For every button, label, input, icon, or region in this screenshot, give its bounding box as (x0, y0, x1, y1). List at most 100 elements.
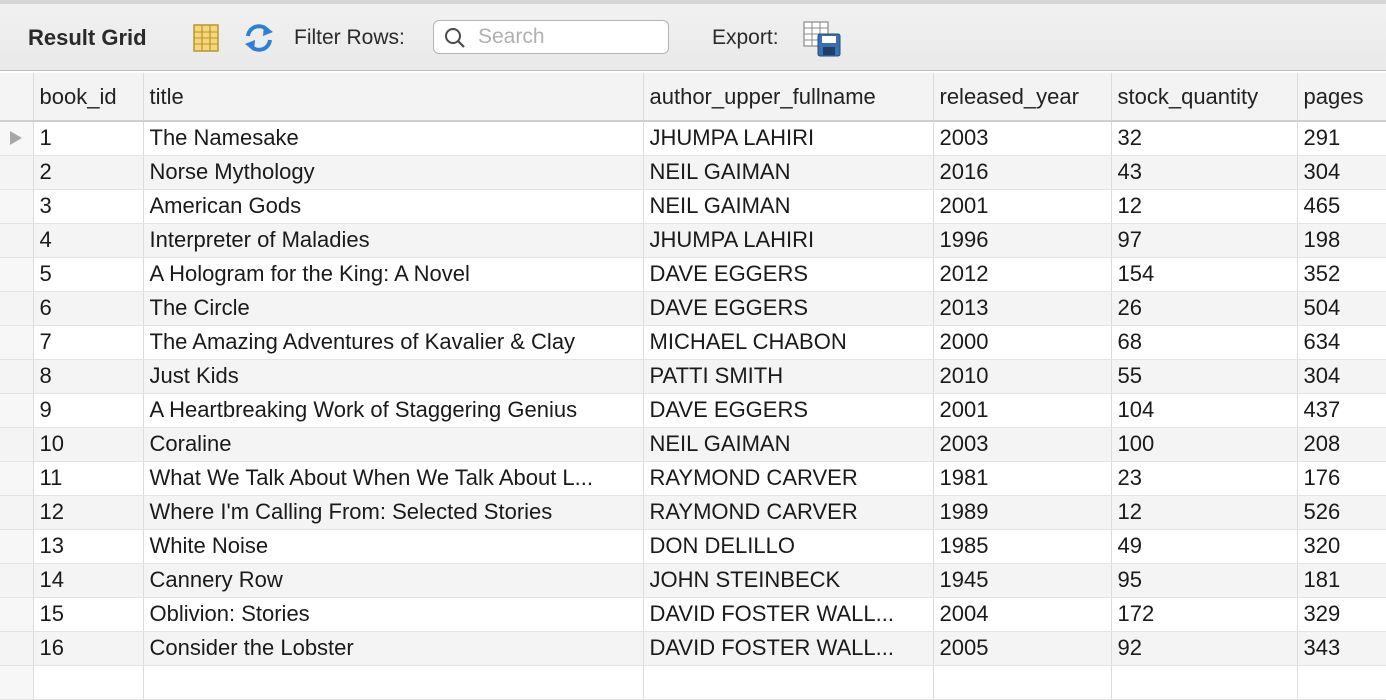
row-marker[interactable] (0, 495, 34, 530)
search-input[interactable] (478, 24, 658, 50)
cell-released-year[interactable]: 1945 (933, 563, 1112, 598)
row-marker[interactable] (0, 325, 34, 360)
cell-author-upper-fullname[interactable]: PATTI SMITH (643, 359, 934, 394)
cell-title[interactable]: Cannery Row (143, 563, 644, 598)
cell-book-id[interactable]: 12 (33, 495, 144, 530)
column-header-book-id[interactable]: book_id (33, 73, 144, 122)
cell-book-id[interactable]: 13 (33, 529, 144, 564)
cell-book-id[interactable]: 9 (33, 393, 144, 428)
cell-released-year[interactable]: 1981 (933, 461, 1112, 496)
cell-stock-quantity[interactable]: 100 (1111, 427, 1298, 462)
cell-title[interactable]: A Hologram for the King: A Novel (143, 257, 644, 292)
cell-stock-quantity[interactable]: 49 (1111, 529, 1298, 564)
cell-pages[interactable]: 198 (1297, 223, 1386, 258)
cell-pages[interactable]: 329 (1297, 597, 1386, 632)
cell-title[interactable]: The Circle (143, 291, 644, 326)
cell-stock-quantity[interactable] (1111, 665, 1298, 700)
cell-pages[interactable]: 352 (1297, 257, 1386, 292)
table-row[interactable]: 15 Oblivion: Stories DAVID FOSTER WALL... 2… (0, 597, 1386, 632)
cell-released-year[interactable]: 1985 (933, 529, 1112, 564)
cell-title[interactable]: The Namesake (143, 121, 644, 156)
cell-title[interactable]: The Amazing Adventures of Kavalier & Cla… (143, 325, 644, 360)
column-header-pages[interactable]: pages (1297, 73, 1386, 122)
table-row[interactable]: 13 White Noise DON DELILLO 1985 49 320 (0, 529, 1386, 564)
cell-author-upper-fullname[interactable]: DAVE EGGERS (643, 393, 934, 428)
cell-released-year[interactable]: 2010 (933, 359, 1112, 394)
cell-pages[interactable]: 437 (1297, 393, 1386, 428)
table-row[interactable]: 2 Norse Mythology NEIL GAIMAN 2016 43 304 (0, 155, 1386, 190)
row-marker[interactable] (0, 529, 34, 564)
cell-stock-quantity[interactable]: 12 (1111, 189, 1298, 224)
cell-author-upper-fullname[interactable]: MICHAEL CHABON (643, 325, 934, 360)
cell-author-upper-fullname[interactable]: DAVID FOSTER WALL... (643, 631, 934, 666)
row-marker[interactable] (0, 121, 34, 156)
cell-title[interactable]: Coraline (143, 427, 644, 462)
row-marker[interactable] (0, 291, 34, 326)
table-row[interactable] (0, 665, 1386, 700)
cell-author-upper-fullname[interactable]: NEIL GAIMAN (643, 427, 934, 462)
cell-stock-quantity[interactable]: 172 (1111, 597, 1298, 632)
cell-stock-quantity[interactable]: 26 (1111, 291, 1298, 326)
cell-pages[interactable]: 320 (1297, 529, 1386, 564)
cell-stock-quantity[interactable]: 55 (1111, 359, 1298, 394)
cell-title[interactable]: Just Kids (143, 359, 644, 394)
cell-released-year[interactable]: 2013 (933, 291, 1112, 326)
table-row[interactable]: 5A Hologram for the King: A Novel DAVE EG… (0, 257, 1386, 292)
cell-title[interactable]: Interpreter of Maladies (143, 223, 644, 258)
cell-released-year[interactable]: 2012 (933, 257, 1112, 292)
cell-released-year[interactable]: 2005 (933, 631, 1112, 666)
cell-released-year[interactable]: 2004 (933, 597, 1112, 632)
cell-author-upper-fullname[interactable] (643, 665, 934, 700)
row-marker[interactable] (0, 631, 34, 666)
table-row[interactable]: 7 The Amazing Adventures of Kavalier & Cl… (0, 325, 1386, 360)
cell-pages[interactable]: 181 (1297, 563, 1386, 598)
table-row[interactable]: 4 Interpreter of Maladies JHUMPA LAHIRI 199… (0, 223, 1386, 258)
cell-stock-quantity[interactable]: 23 (1111, 461, 1298, 496)
table-row[interactable]: 6 The Circle DAVE EGGERS 2013 26 504 (0, 291, 1386, 326)
cell-released-year[interactable]: 1989 (933, 495, 1112, 530)
table-row[interactable]: 11 What We Talk About When We Talk About … (0, 461, 1386, 496)
cell-stock-quantity[interactable]: 32 (1111, 121, 1298, 156)
filter-rows-search[interactable] (433, 20, 669, 54)
cell-book-id[interactable]: 2 (33, 155, 144, 190)
cell-released-year[interactable]: 2000 (933, 325, 1112, 360)
cell-released-year[interactable]: 2001 (933, 189, 1112, 224)
cell-released-year[interactable]: 2016 (933, 155, 1112, 190)
cell-pages[interactable]: 304 (1297, 155, 1386, 190)
cell-pages[interactable]: 343 (1297, 631, 1386, 666)
row-marker[interactable] (0, 427, 34, 462)
row-marker[interactable] (0, 223, 34, 258)
cell-pages[interactable]: 176 (1297, 461, 1386, 496)
cell-author-upper-fullname[interactable]: JHUMPA LAHIRI (643, 121, 934, 156)
table-row[interactable]: 14 Cannery Row JOHN STEINBECK 1945 95 181 (0, 563, 1386, 598)
cell-book-id[interactable]: 14 (33, 563, 144, 598)
cell-released-year[interactable]: 1996 (933, 223, 1112, 258)
row-marker[interactable] (0, 597, 34, 632)
cell-book-id[interactable]: 10 (33, 427, 144, 462)
row-marker[interactable] (0, 257, 34, 292)
row-marker[interactable] (0, 189, 34, 224)
table-row[interactable]: 1 The Namesake JHUMPA LAHIRI 2003 32 291 (0, 121, 1386, 156)
export-icon[interactable] (802, 20, 842, 58)
cell-book-id[interactable]: 6 (33, 291, 144, 326)
cell-book-id[interactable]: 4 (33, 223, 144, 258)
cell-author-upper-fullname[interactable]: NEIL GAIMAN (643, 189, 934, 224)
table-row[interactable]: 10 Coraline NEIL GAIMAN 2003 100 208 (0, 427, 1386, 462)
cell-pages[interactable]: 526 (1297, 495, 1386, 530)
column-header-released-year[interactable]: released_year (933, 73, 1112, 122)
cell-title[interactable]: White Noise (143, 529, 644, 564)
cell-author-upper-fullname[interactable]: DAVID FOSTER WALL... (643, 597, 934, 632)
refresh-icon[interactable] (242, 22, 276, 54)
cell-book-id[interactable]: 16 (33, 631, 144, 666)
cell-released-year[interactable] (933, 665, 1112, 700)
cell-title[interactable]: What We Talk About When We Talk About L.… (143, 461, 644, 496)
cell-stock-quantity[interactable]: 154 (1111, 257, 1298, 292)
cell-released-year[interactable]: 2003 (933, 427, 1112, 462)
row-marker[interactable] (0, 461, 34, 496)
cell-pages[interactable]: 504 (1297, 291, 1386, 326)
cell-stock-quantity[interactable]: 92 (1111, 631, 1298, 666)
cell-author-upper-fullname[interactable]: JHUMPA LAHIRI (643, 223, 934, 258)
cell-book-id[interactable]: 15 (33, 597, 144, 632)
cell-book-id[interactable] (33, 665, 144, 700)
table-row[interactable]: 8 Just Kids PATTI SMITH 2010 55 304 (0, 359, 1386, 394)
